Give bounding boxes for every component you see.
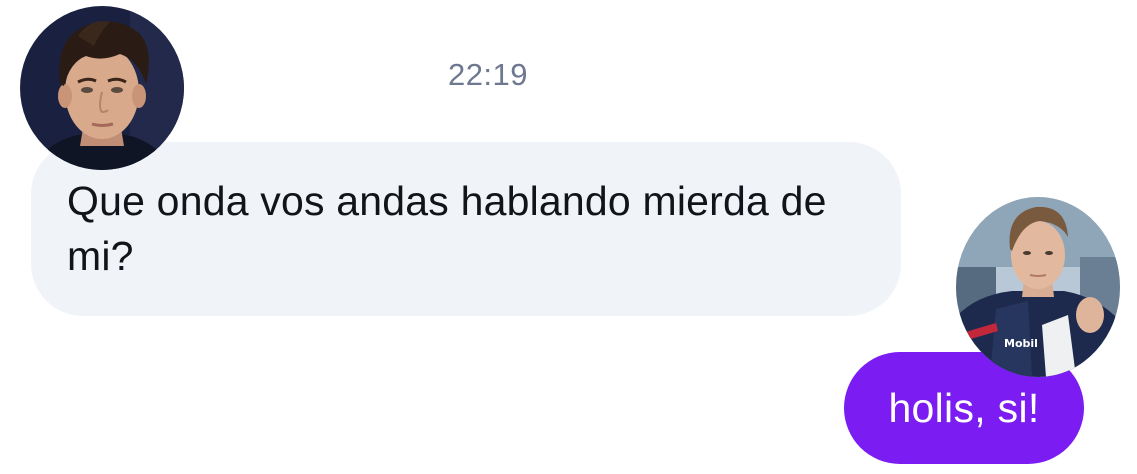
person-photo-avatar-icon: Mobil <box>956 197 1120 377</box>
message-timestamp: 22:19 <box>447 57 529 92</box>
chat-thread: 22:19 Que onda vos andas hablando mierda… <box>0 0 1137 474</box>
jacket-sponsor-text: Mobil <box>1004 337 1038 350</box>
incoming-message-text: Que onda vos andas hablando mierda de mi… <box>67 178 827 279</box>
person-photo-avatar-icon <box>20 6 184 170</box>
outgoing-sender-avatar[interactable]: Mobil <box>956 197 1120 377</box>
incoming-sender-avatar[interactable] <box>20 6 184 170</box>
outgoing-message-text: holis, si! <box>888 384 1040 431</box>
incoming-message-bubble[interactable]: Que onda vos andas hablando mierda de mi… <box>31 142 901 316</box>
